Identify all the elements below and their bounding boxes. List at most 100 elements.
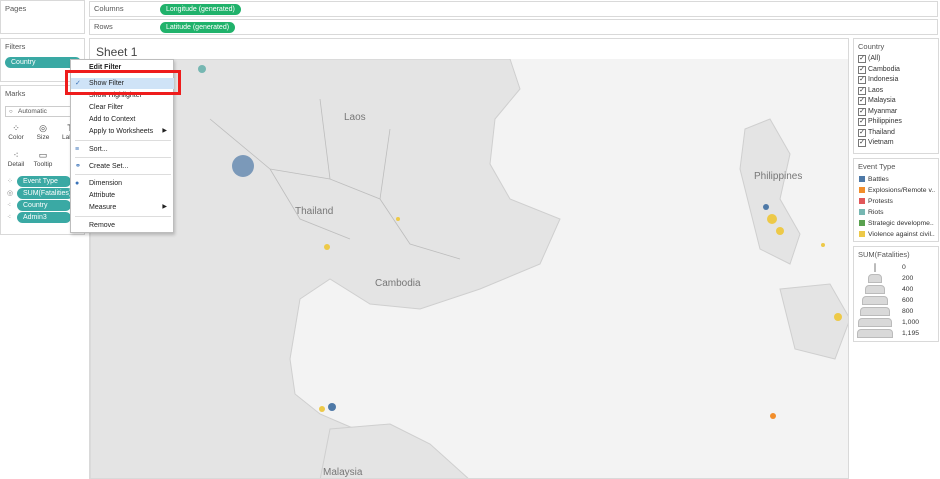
map-label-thailand: Thailand [295, 206, 333, 217]
marks-pill-event-type[interactable]: Event Type [17, 176, 71, 187]
detail-pill-icon: ⁖ [7, 202, 12, 209]
event-type-title: Event Type [858, 162, 896, 171]
mark-type-dropdown[interactable]: Automatic [5, 106, 71, 117]
size-shape [857, 329, 893, 338]
menu-separator [75, 216, 171, 217]
checkbox-icon[interactable]: ✓ [858, 128, 866, 137]
menu-create-set[interactable]: ⚭ Create Set... [71, 161, 174, 172]
legend-item[interactable]: Strategic developme.. [854, 218, 938, 229]
map-mark [396, 217, 400, 221]
detail-button[interactable]: ⁖ Detail [5, 149, 27, 173]
size-legend: SUM(Fatalities) 0 200 400 600 800 1,000 … [853, 246, 939, 342]
marks-pill-admin3[interactable]: Admin3 [17, 212, 71, 223]
checkbox-icon[interactable]: ✓ [858, 76, 866, 84]
menu-add-to-context[interactable]: Add to Context [71, 114, 174, 125]
menu-dimension[interactable]: ● Dimension [71, 178, 174, 189]
tooltip-icon: ▭ [38, 150, 48, 160]
size-shape [858, 318, 892, 327]
size-legend-row: 1,000 [854, 317, 938, 328]
country-option-malaysia[interactable]: ✓ Malaysia [854, 96, 938, 107]
pages-title: Pages [5, 4, 27, 13]
size-shape [865, 285, 885, 294]
color-pill-icon: ⁘ [7, 178, 13, 185]
size-shape [862, 296, 888, 305]
country-filter-card: Country ✓ (All) ✓ Cambodia ✓ Indonesia ✓ Lao… [853, 38, 939, 154]
rows-pill[interactable]: Latitude (generated) [160, 22, 236, 33]
submenu-arrow-icon: ▶ [162, 204, 167, 210]
checkbox-icon[interactable]: ✓ [858, 97, 866, 105]
legend-swatch [859, 187, 865, 193]
event-type-legend: Event Type Battles Explosions/Remote v..… [853, 158, 939, 242]
size-legend-row: 400 [854, 284, 938, 295]
columns-pill[interactable]: Longitude (generated) [160, 4, 241, 15]
marks-pill-fatalities[interactable]: SUM(Fatalities) [17, 188, 73, 199]
legend-item[interactable]: Explosions/Remote v.. [854, 185, 938, 196]
color-button[interactable]: ⁘ Color [5, 122, 27, 146]
menu-clear-filter[interactable]: Clear Filter [71, 102, 174, 113]
rows-shelf[interactable]: Rows Latitude (generated) [89, 19, 938, 35]
map-mark [324, 244, 330, 250]
highlight-annotation-box [65, 70, 181, 95]
map-mark [198, 65, 206, 73]
legend-item[interactable]: Riots [854, 207, 938, 218]
legend-swatch [859, 176, 865, 182]
radio-selected-icon: ● [75, 180, 80, 187]
menu-attribute[interactable]: Attribute [71, 190, 174, 201]
menu-separator [75, 157, 171, 158]
size-legend-row: 200 [854, 273, 938, 284]
map-mark [767, 214, 777, 224]
checkbox-icon[interactable]: ✓ [858, 65, 866, 74]
size-legend-row: 800 [854, 306, 938, 317]
legend-swatch [859, 209, 865, 215]
checkbox-icon[interactable]: ✓ [858, 55, 866, 63]
columns-label: Columns [94, 4, 124, 13]
menu-sort[interactable]: ≡ Sort... [71, 144, 174, 155]
tooltip-button[interactable]: ▭ Tooltip [32, 149, 54, 173]
size-shape [874, 263, 876, 272]
map-mark [763, 204, 769, 210]
map-mark [776, 227, 784, 235]
legend-swatch [859, 220, 865, 226]
checkbox-icon[interactable]: ✓ [858, 107, 866, 116]
menu-measure[interactable]: Measure ▶ [71, 202, 174, 213]
size-button[interactable]: ◎ Size [32, 122, 54, 146]
size-legend-row: 0 [854, 262, 938, 273]
menu-separator [75, 174, 171, 175]
country-option-cambodia[interactable]: ✓ Cambodia [854, 65, 938, 76]
sort-icon: ≡ [75, 146, 80, 153]
legend-item[interactable]: Violence against civil.. [854, 229, 938, 240]
checkbox-icon[interactable]: ✓ [858, 86, 866, 95]
legend-item[interactable]: Battles [854, 174, 938, 185]
size-legend-row: 1,195 [854, 328, 938, 339]
columns-shelf[interactable]: Columns Longitude (generated) [89, 1, 938, 17]
legend-item[interactable]: Protests [854, 196, 938, 207]
sheet-title: Sheet 1 [96, 45, 138, 59]
country-option-all[interactable]: ✓ (All) [854, 54, 938, 65]
size-legend-title: SUM(Fatalities) [858, 250, 910, 259]
menu-separator [75, 140, 171, 141]
color-icon: ⁘ [12, 123, 20, 133]
detail-icon: ⁖ [13, 150, 19, 160]
set-icon: ⚭ [75, 163, 81, 170]
map-label-malaysia: Malaysia [323, 467, 363, 478]
checkbox-icon[interactable]: ✓ [858, 139, 866, 147]
country-option-thailand[interactable]: ✓ Thailand [854, 128, 938, 139]
legend-swatch [859, 198, 865, 204]
filters-title: Filters [5, 42, 26, 51]
map-canvas[interactable]: Laos Thailand Cambodia Philippines Malay… [90, 59, 849, 479]
map-mark [834, 313, 842, 321]
country-option-laos[interactable]: ✓ Laos [854, 86, 938, 97]
menu-apply-to-worksheets[interactable]: Apply to Worksheets ▶ [71, 126, 174, 137]
country-option-myanmar[interactable]: ✓ Myanmar [854, 107, 938, 118]
marks-pill-country[interactable]: Country [17, 200, 71, 211]
country-option-indonesia[interactable]: ✓ Indonesia [854, 75, 938, 86]
country-option-vietnam[interactable]: ✓ Vietnam [854, 138, 938, 149]
size-icon: ◎ [39, 123, 47, 133]
map-mark [232, 155, 254, 177]
map-mark [328, 403, 336, 411]
menu-remove[interactable]: Remove [71, 220, 174, 231]
checkbox-icon[interactable]: ✓ [858, 118, 866, 126]
country-option-philippines[interactable]: ✓ Philippines [854, 117, 938, 128]
pages-card: Pages [0, 0, 85, 34]
map-label-philippines: Philippines [754, 171, 802, 182]
